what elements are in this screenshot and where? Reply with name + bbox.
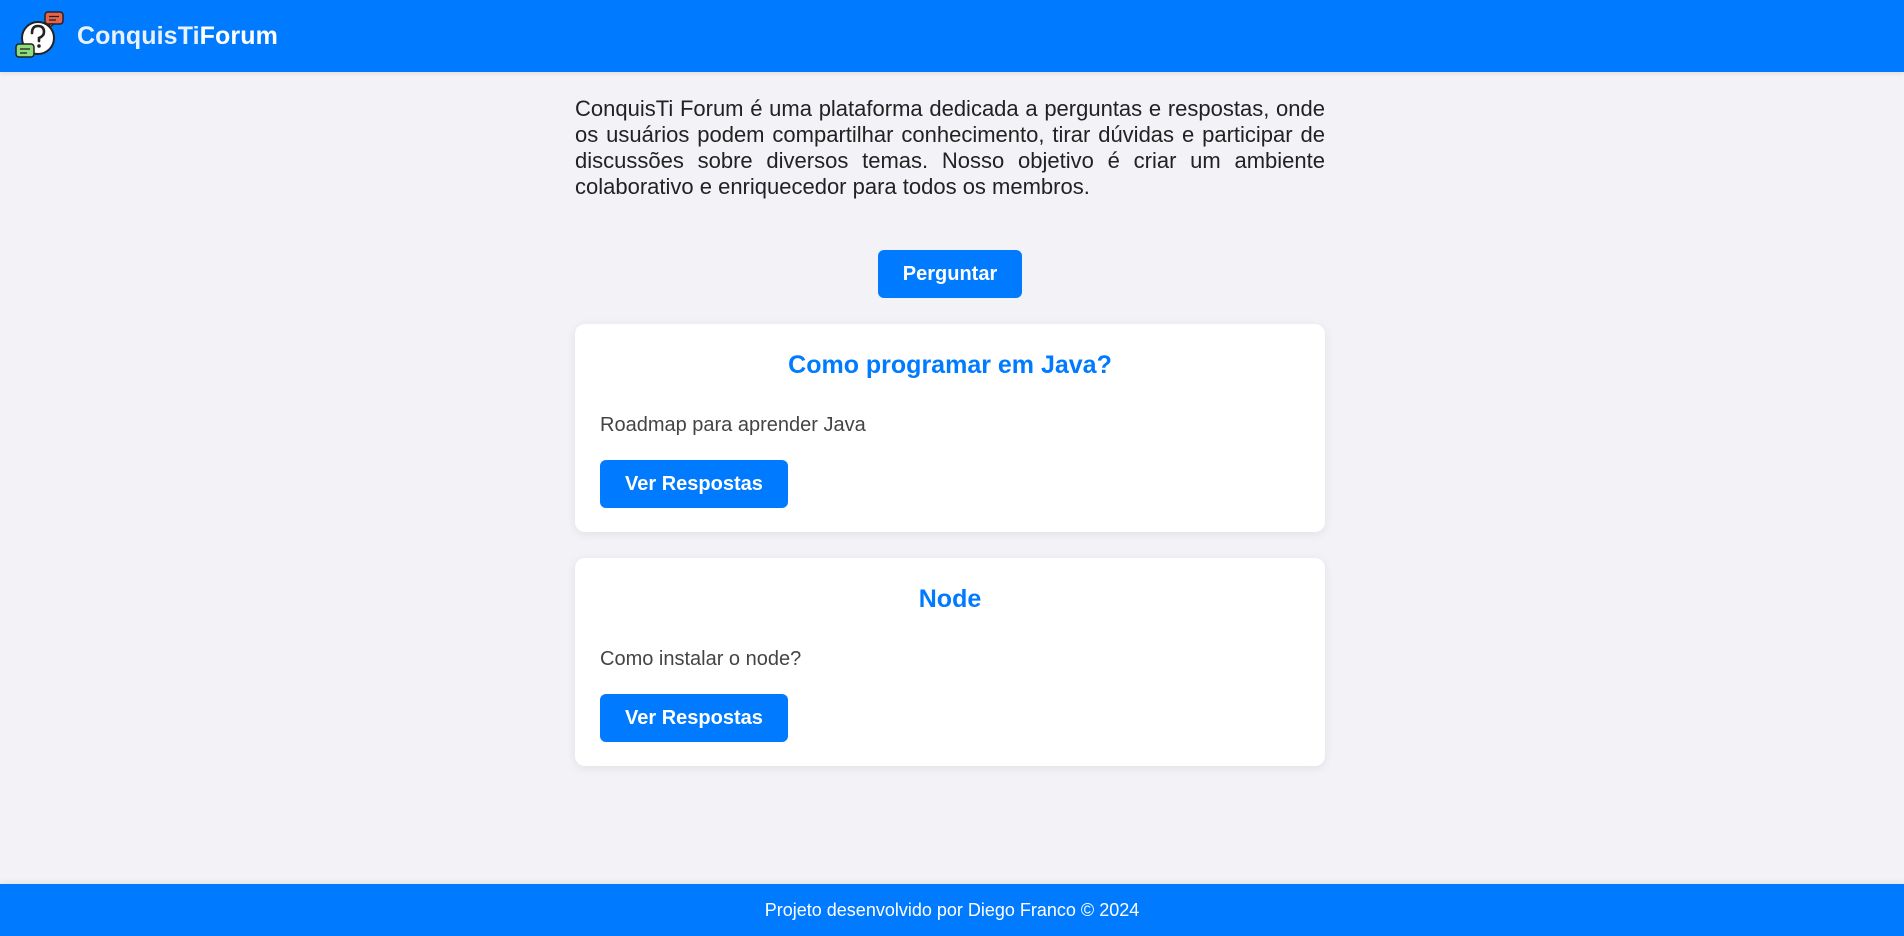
question-chat-bubbles-icon[interactable] (14, 10, 66, 62)
question-title: Como programar em Java? (788, 351, 1112, 379)
question-title: Node (918, 585, 982, 613)
page: ConquisTiForum ConquisTi Forum é uma pla… (0, 0, 1904, 936)
site-header: ConquisTiForum (0, 0, 1904, 72)
main-content: ConquisTi Forum é uma plataforma dedicad… (575, 72, 1325, 766)
site-footer: Projeto desenvolvido por Diego Franco © … (0, 884, 1904, 936)
brand-title-part2: Forum (199, 21, 278, 50)
question-card: Node Como instalar o node? Ver Respostas (575, 558, 1325, 766)
footer-credits: Projeto desenvolvido por Diego Franco © … (764, 899, 1140, 920)
ask-question-button[interactable]: Perguntar (877, 250, 1023, 298)
ask-action: Perguntar (575, 250, 1325, 298)
view-answers-button[interactable]: Ver Respostas (600, 694, 788, 742)
view-answers-button[interactable]: Ver Respostas (600, 460, 788, 508)
question-description: Roadmap para aprender Java (600, 414, 866, 436)
brand-title[interactable]: ConquisTiForum (77, 22, 278, 51)
question-card: Como programar em Java? Roadmap para apr… (575, 324, 1325, 532)
intro-text: ConquisTi Forum é uma plataforma dedicad… (575, 96, 1325, 199)
brand-title-part1: ConquisTi (77, 21, 200, 50)
question-description: Como instalar o node? (600, 648, 802, 670)
